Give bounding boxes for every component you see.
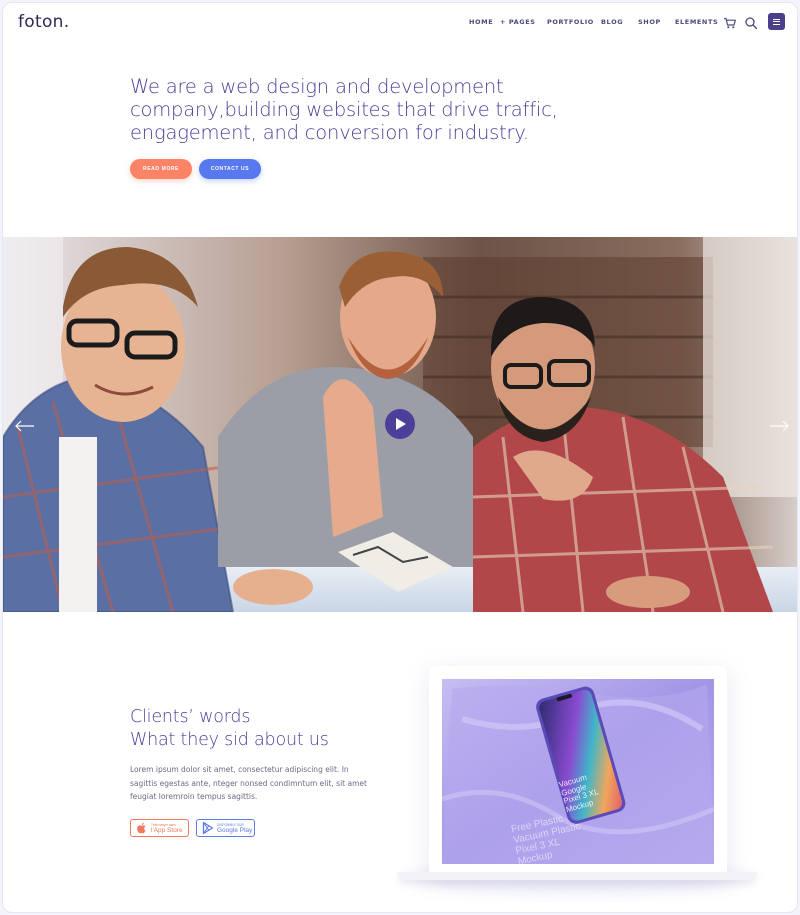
nav-portfolio[interactable]: PORTFOLIO <box>547 18 594 26</box>
nav-shop[interactable]: SHOP <box>638 18 661 26</box>
menu-icon <box>773 18 780 20</box>
hero-headline-line: engagement, and conversion for industry. <box>130 121 529 144</box>
hero-headline-line: company,building websites that drive tra… <box>130 98 558 121</box>
laptop-base <box>397 872 757 880</box>
play-icon <box>396 418 406 430</box>
page-frame: foton. HOME + PAGES PORTFOLIO BLOG SHOP … <box>2 2 798 913</box>
hero-headline: We are a web design and development comp… <box>130 75 570 144</box>
app-store-label: l'App Store <box>151 826 183 834</box>
hero-headline-line: We are a web design and development <box>130 75 504 98</box>
clients-title: Clients’ words What they sid about us <box>130 706 390 752</box>
cart-icon[interactable] <box>723 15 737 29</box>
search-icon[interactable] <box>744 15 758 30</box>
laptop-screen: Vacuum Google Pixel 3 XL Mockup Free Pla… <box>442 679 714 864</box>
app-store-badge[interactable]: Télécharger dans l'App Store <box>130 819 189 837</box>
laptop-mockup: Vacuum Google Pixel 3 XL Mockup Free Pla… <box>429 666 727 873</box>
play-button[interactable] <box>385 409 415 439</box>
apple-icon <box>137 822 146 834</box>
arrow-left-icon[interactable] <box>15 417 35 432</box>
menu-button[interactable] <box>768 13 785 30</box>
contact-us-button[interactable]: CONTACT US <box>199 159 261 179</box>
google-play-badge[interactable]: DISPONIBLE SUR Google Play <box>196 819 255 837</box>
nav-blog[interactable]: BLOG <box>601 18 623 26</box>
nav-elements[interactable]: ELEMENTS <box>675 18 718 26</box>
logo[interactable]: foton. <box>18 12 69 32</box>
clients-title-line: What they sid about us <box>130 730 329 750</box>
nav-home[interactable]: HOME <box>469 18 493 26</box>
google-play-label: Google Play <box>217 826 253 834</box>
read-more-button[interactable]: READ MORE <box>130 159 192 179</box>
clients-description: Lorem ipsum dolor sit amet, consectetur … <box>130 765 367 801</box>
nav-pages[interactable]: + PAGES <box>500 18 536 26</box>
google-play-icon <box>202 821 214 835</box>
site-header: foton. HOME + PAGES PORTFOLIO BLOG SHOP … <box>3 3 797 43</box>
clients-title-line: Clients’ words <box>130 707 251 727</box>
arrow-right-icon[interactable] <box>769 417 789 432</box>
